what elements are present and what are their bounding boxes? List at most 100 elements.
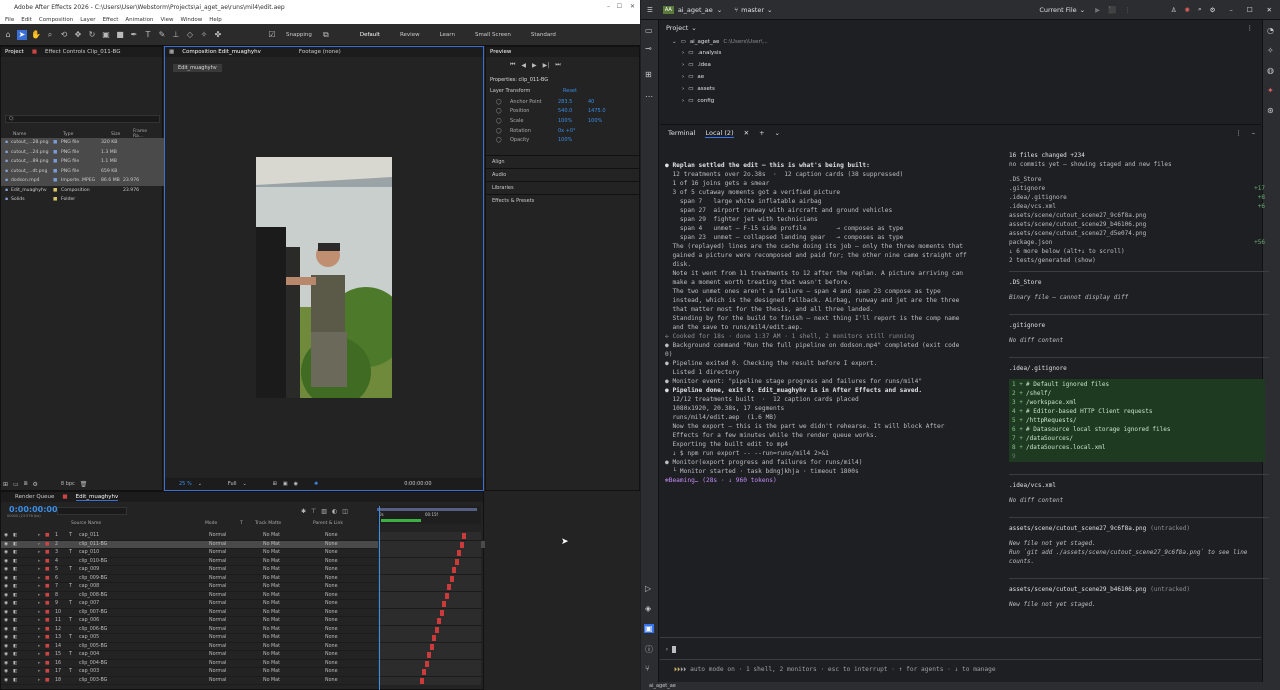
workspace-learn[interactable]: Learn	[435, 32, 460, 38]
layer-name[interactable]: clip_005-BG	[79, 644, 107, 649]
track-matte-dropdown[interactable]: No Mat	[263, 610, 280, 615]
layer-mode-dropdown[interactable]: Normal	[209, 601, 226, 606]
timeline-header[interactable]: Parent & Link	[313, 521, 343, 526]
new-comp-icon[interactable]: ⧈	[24, 480, 28, 488]
bpc-label[interactable]: 8 bpc	[61, 481, 75, 487]
tabs-chevron-icon[interactable]: ⌄	[775, 129, 780, 137]
audio-icon[interactable]: ◧	[13, 533, 18, 538]
layer-track[interactable]	[378, 549, 481, 557]
pen-tool-icon[interactable]: ✒	[129, 30, 139, 40]
panel-audio[interactable]: Audio	[486, 168, 639, 181]
changed-file-row[interactable]: .gitignore +17	[1009, 184, 1269, 193]
tab-close-icon[interactable]: ✕	[744, 129, 749, 137]
visibility-eye-icon[interactable]: ◉	[4, 610, 8, 615]
layer-mode-dropdown[interactable]: Normal	[209, 618, 226, 623]
stopwatch-icon[interactable]: ◯	[496, 108, 506, 114]
stopwatch-icon[interactable]: ◯	[496, 128, 506, 134]
expand-icon[interactable]: ›	[682, 62, 684, 68]
audio-icon[interactable]: ◧	[13, 593, 18, 598]
window-minimize-icon[interactable]: –	[1229, 6, 1232, 14]
property-value-1[interactable]: 0x +0°	[558, 128, 584, 134]
zoom-chevron-icon[interactable]: ⌄	[198, 481, 202, 487]
timeline-header[interactable]: Mode	[205, 521, 217, 526]
window-close-icon[interactable]: ✕	[1267, 6, 1272, 14]
audio-icon[interactable]: ◧	[13, 550, 18, 555]
copilot-icon[interactable]: ✧	[1267, 46, 1274, 55]
git-tool-icon[interactable]: ⑂	[645, 664, 650, 673]
layer-track[interactable]	[378, 591, 481, 600]
timeline-layer-row[interactable]: ◉ ◧ ▸ ■ 3 Tcap_010 Normal No Mat None	[1, 549, 485, 558]
project-tool-icon[interactable]: ▭	[645, 26, 653, 35]
project-column-header[interactable]: Name	[13, 132, 63, 137]
layer-duration-bar[interactable]	[457, 550, 461, 556]
menu-item-window[interactable]: Window	[181, 17, 203, 23]
parent-dropdown[interactable]: None	[325, 593, 338, 598]
visibility-eye-icon[interactable]: ◉	[4, 584, 8, 589]
branch-chevron-icon[interactable]: ⌄	[767, 6, 772, 14]
zoom-dropdown[interactable]: 25 %	[179, 481, 192, 487]
workspace-standard[interactable]: Standard	[526, 32, 561, 38]
tab-edit-comp[interactable]: Edit_muaghyhv	[75, 494, 119, 501]
layer-name[interactable]: clip_008-BG	[79, 593, 107, 598]
changed-file-row[interactable]: .idea/.gitignore +8	[1009, 193, 1269, 202]
visibility-eye-icon[interactable]: ◉	[4, 567, 8, 572]
property-value-2[interactable]: 40	[588, 99, 594, 105]
layer-label-icon[interactable]: ■	[45, 593, 50, 598]
layer-track[interactable]	[378, 566, 481, 574]
snap-options-icon[interactable]: ⧉	[321, 30, 331, 40]
layer-label-icon[interactable]: ■	[45, 618, 50, 623]
twirl-icon[interactable]: ▸	[38, 576, 40, 581]
layer-label-icon[interactable]: ■	[45, 652, 50, 657]
changed-file-row[interactable]: assets/scene/cutout_scene27_d5e074.png	[1009, 229, 1269, 238]
visibility-eye-icon[interactable]: ◉	[4, 644, 8, 649]
stopwatch-icon[interactable]: ◯	[496, 99, 506, 105]
layer-name[interactable]: cap_011	[79, 533, 99, 538]
parent-dropdown[interactable]: None	[325, 601, 338, 606]
new-folder-icon[interactable]: ▭	[13, 481, 19, 488]
changed-file-row[interactable]: .idea/vcs.xml +6	[1009, 202, 1269, 211]
layer-mode-dropdown[interactable]: Normal	[209, 661, 226, 666]
twirl-icon[interactable]: ▸	[38, 533, 40, 538]
shy-icon[interactable]: ⊤	[311, 508, 316, 515]
layer-mode-dropdown[interactable]: Normal	[209, 678, 226, 683]
layer-mode-dropdown[interactable]: Normal	[209, 559, 226, 564]
audio-icon[interactable]: ◧	[13, 644, 18, 649]
audio-icon[interactable]: ◧	[13, 661, 18, 666]
timeline-layer-row[interactable]: ◉ ◧ ▸ ■ 14 clip_005-BG Normal No Mat None	[1, 642, 485, 651]
tree-folder[interactable]: › ▭ .idea	[660, 59, 1261, 71]
menu-item-file[interactable]: File	[5, 17, 14, 23]
layer-name[interactable]: cap_005	[79, 635, 99, 640]
workspace-review[interactable]: Review	[395, 32, 425, 38]
stamp-tool-icon[interactable]: ⊥	[171, 30, 181, 40]
parent-dropdown[interactable]: None	[325, 610, 338, 615]
panel-libraries[interactable]: Libraries	[486, 181, 639, 194]
visibility-eye-icon[interactable]: ◉	[4, 559, 8, 564]
track-matte-dropdown[interactable]: No Mat	[263, 559, 280, 564]
layer-track[interactable]	[378, 583, 481, 591]
menu-item-view[interactable]: View	[160, 17, 173, 23]
parent-dropdown[interactable]: None	[325, 618, 338, 623]
visibility-eye-icon[interactable]: ◉	[4, 542, 8, 547]
layer-track[interactable]	[378, 634, 481, 642]
layer-name[interactable]: clip_003-BG	[79, 678, 107, 683]
project-item[interactable]: ▪ cutout_...24.png ■ PNG file 1.3 MB	[1, 147, 164, 157]
layer-mode-dropdown[interactable]: Normal	[209, 644, 226, 649]
timeline-layer-row[interactable]: ◉ ◧ ▸ ■ 9 Tcap_007 Normal No Mat None	[1, 600, 485, 609]
tab-render-queue[interactable]: Render Queue	[15, 494, 54, 500]
twirl-icon[interactable]: ▸	[38, 678, 40, 683]
twirl-icon[interactable]: ▸	[38, 669, 40, 674]
expand-icon[interactable]: ›	[682, 74, 684, 80]
gradle-icon[interactable]: ⊛	[1267, 106, 1274, 115]
panel-align[interactable]: Align	[486, 155, 639, 168]
project-item[interactable]: ▪ cutout_...28.png ■ PNG file 320 KB	[1, 138, 164, 148]
project-item[interactable]: ▪ Solids ■ Folder	[1, 195, 164, 205]
layer-mode-dropdown[interactable]: Normal	[209, 610, 226, 615]
timeline-layer-row[interactable]: ◉ ◧ ▸ ■ 11 Tcap_006 Normal No Mat None	[1, 617, 485, 626]
layer-duration-bar[interactable]	[439, 609, 444, 616]
visibility-eye-icon[interactable]: ◉	[4, 618, 8, 623]
layer-track[interactable]	[378, 540, 481, 549]
layer-duration-bar[interactable]	[419, 677, 424, 684]
close-icon[interactable]: ✕	[630, 3, 635, 10]
parent-dropdown[interactable]: None	[325, 533, 338, 538]
audio-icon[interactable]: ◧	[13, 567, 18, 572]
